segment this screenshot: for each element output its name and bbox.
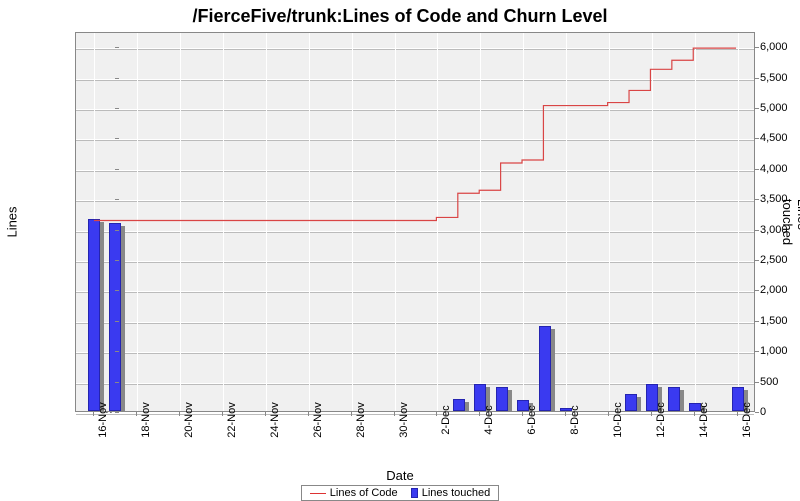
x-tick: 16-Dec	[741, 402, 753, 437]
x-tick: 4-Dec	[483, 405, 495, 434]
x-tick: 30-Nov	[398, 402, 410, 437]
y-tick-right: 3,000	[760, 224, 788, 236]
y-tick-right: 3,500	[760, 193, 788, 205]
x-tick: 26-Nov	[312, 402, 324, 437]
y-tick-right: 6,000	[760, 41, 788, 53]
legend-label-touched: Lines touched	[422, 487, 491, 499]
legend-label-loc: Lines of Code	[330, 487, 398, 499]
x-tick: 2-Dec	[440, 405, 452, 434]
y-tick-right: 2,000	[760, 284, 788, 296]
chart-title: /FierceFive/trunk:Lines of Code and Chur…	[0, 0, 800, 27]
y-tick-right: 500	[760, 376, 778, 388]
x-tick: 20-Nov	[183, 402, 195, 437]
y-tick-right: 2,500	[760, 254, 788, 266]
chart-container: /FierceFive/trunk:Lines of Code and Chur…	[0, 0, 800, 500]
y-tick-right: 4,500	[760, 132, 788, 144]
legend-swatch-bar	[411, 488, 418, 498]
legend: Lines of Code Lines touched	[0, 485, 800, 501]
x-tick: 18-Nov	[140, 402, 152, 437]
x-tick: 14-Dec	[698, 402, 710, 437]
lines-of-code-line	[76, 33, 754, 411]
y-axis-left-title: Lines	[5, 206, 20, 237]
x-tick: 22-Nov	[226, 402, 238, 437]
x-tick: 10-Dec	[612, 402, 624, 437]
y-tick-right: 5,500	[760, 72, 788, 84]
x-tick: 6-Dec	[526, 405, 538, 434]
x-tick: 16-Nov	[97, 402, 109, 437]
x-tick: 8-Dec	[569, 405, 581, 434]
y-tick-right: 1,500	[760, 315, 788, 327]
x-tick: 28-Nov	[355, 402, 367, 437]
x-tick: 12-Dec	[655, 402, 667, 437]
y-tick-right: 0	[760, 406, 766, 418]
y-tick-right: 4,000	[760, 163, 788, 175]
legend-swatch-line	[310, 493, 326, 494]
y-tick-right: 5,000	[760, 102, 788, 114]
x-tick: 24-Nov	[269, 402, 281, 437]
y-axis-right-title: Lines touched	[780, 199, 800, 245]
x-axis-title: Date	[0, 468, 800, 483]
plot-area	[75, 32, 755, 412]
y-tick-right: 1,000	[760, 345, 788, 357]
